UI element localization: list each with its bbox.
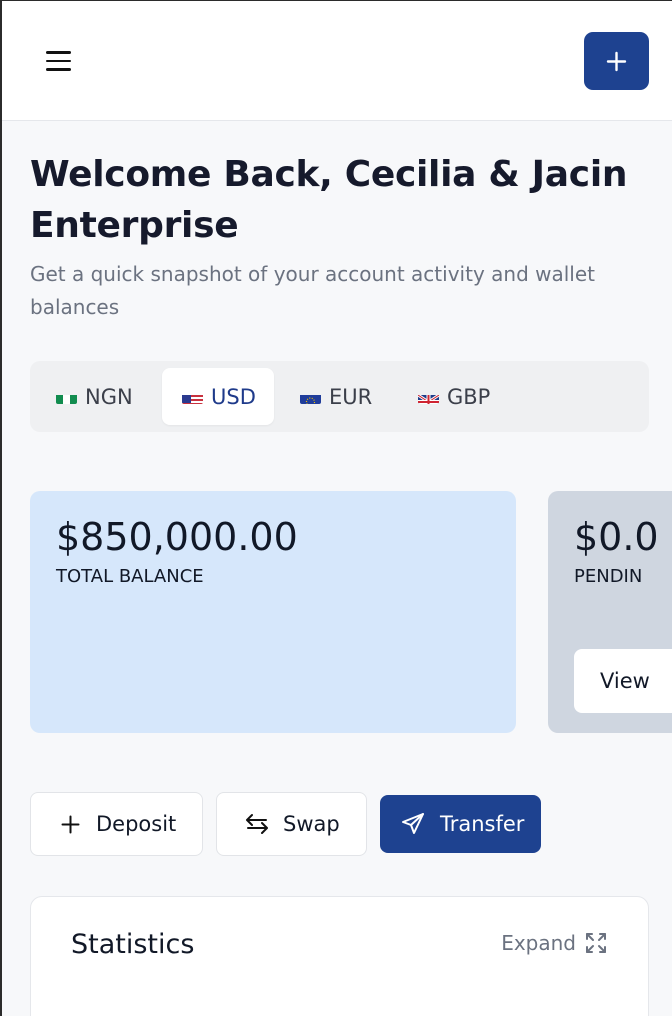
tab-usd[interactable]: USD: [162, 368, 274, 425]
statistics-title: Statistics: [71, 929, 195, 960]
tab-ngn-label: NGN: [85, 384, 133, 409]
expand-icon: [586, 933, 606, 953]
hamburger-menu-icon[interactable]: [46, 49, 72, 73]
pending-balance-card: $0.0 PENDIN View: [548, 491, 672, 733]
tab-usd-label: USD: [211, 384, 256, 409]
deposit-button[interactable]: Deposit: [30, 792, 203, 856]
uk-flag-icon: [418, 390, 439, 404]
nigeria-flag-icon: [56, 390, 77, 404]
swap-button[interactable]: Swap: [216, 792, 367, 856]
currency-tabs: NGN USD EUR GBP: [30, 361, 649, 432]
eu-flag-icon: [300, 390, 321, 404]
statistics-card: Statistics Expand: [30, 896, 649, 1016]
total-balance-amount: $850,000.00: [56, 515, 298, 559]
total-balance-label: TOTAL BALANCE: [56, 566, 204, 587]
plus-icon: [606, 51, 627, 72]
swap-label: Swap: [283, 812, 340, 836]
tab-eur[interactable]: EUR: [280, 368, 392, 425]
page-title: Welcome Back, Cecilia & Jacin Enterprise: [30, 154, 628, 246]
tab-gbp-label: GBP: [447, 384, 491, 409]
tab-eur-label: EUR: [329, 384, 373, 409]
send-icon: [402, 813, 424, 834]
transfer-label: Transfer: [440, 812, 525, 836]
pending-balance-amount: $0.0: [574, 515, 659, 559]
expand-button[interactable]: Expand: [501, 931, 608, 955]
pending-balance-label: PENDIN: [574, 566, 643, 587]
add-button[interactable]: [584, 32, 649, 90]
tab-gbp[interactable]: GBP: [398, 368, 510, 425]
transfer-button[interactable]: Transfer: [380, 795, 541, 853]
deposit-label: Deposit: [96, 812, 177, 836]
plus-icon: [61, 815, 80, 833]
total-balance-card: $850,000.00 TOTAL BALANCE: [30, 491, 516, 733]
view-pending-button[interactable]: View: [574, 649, 672, 713]
page-subtitle: Get a quick snapshot of your account act…: [30, 262, 595, 319]
tab-ngn[interactable]: NGN: [36, 368, 158, 425]
swap-arrows-icon: [246, 814, 268, 834]
top-bar: [2, 1, 672, 121]
us-flag-icon: [182, 390, 203, 404]
expand-label: Expand: [501, 931, 576, 955]
